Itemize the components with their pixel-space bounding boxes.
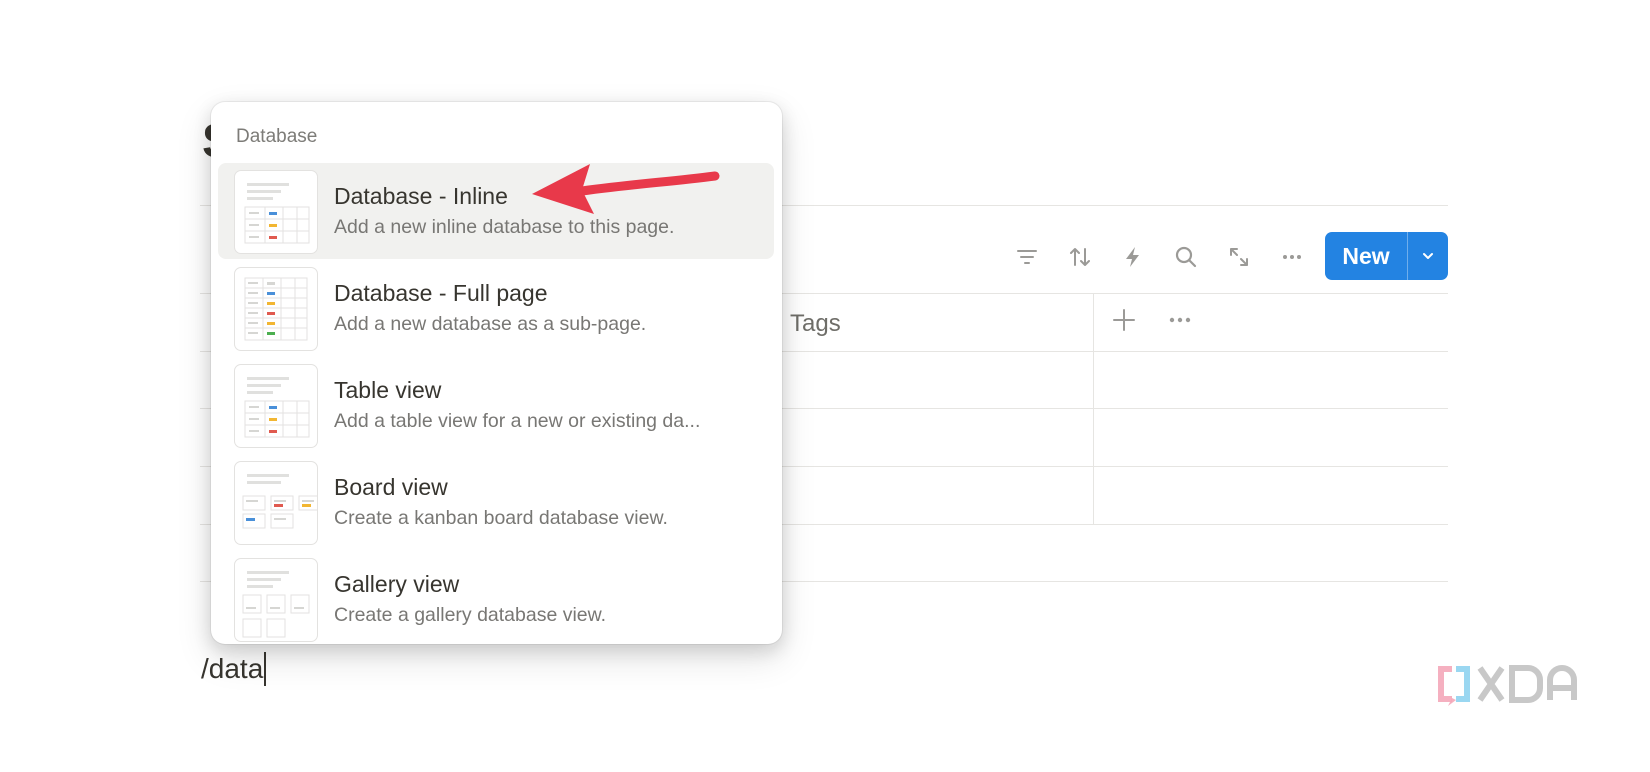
column-divider: [1093, 293, 1094, 524]
menu-item-description: Create a kanban board database view.: [334, 507, 668, 529]
board-view-thumbnail-icon: [234, 461, 318, 545]
text-caret: [264, 652, 267, 686]
menu-item-title: Gallery view: [334, 571, 460, 597]
filter-icon[interactable]: [1010, 240, 1044, 274]
gallery-view-thumbnail-icon: [234, 558, 318, 642]
chevron-down-icon[interactable]: [1408, 232, 1448, 280]
menu-item-title: Database - Full page: [334, 280, 548, 306]
xda-logo-icon: [1438, 665, 1577, 706]
table-view-thumbnail-icon: [234, 364, 318, 448]
database-inline-thumbnail-icon: [234, 170, 318, 254]
slash-command-text: /data: [201, 653, 264, 684]
automation-icon[interactable]: [1116, 240, 1150, 274]
menu-item-table-view[interactable]: Table view Add a table view for a new or…: [218, 357, 774, 453]
add-column-icon[interactable]: [1110, 306, 1138, 334]
menu-item-title: Table view: [334, 377, 442, 403]
menu-item-gallery-view[interactable]: Gallery view Create a gallery database v…: [218, 551, 774, 644]
slash-command-input[interactable]: /data: [201, 652, 267, 686]
menu-item-title: Database - Inline: [334, 183, 508, 209]
column-more-icon[interactable]: [1165, 306, 1195, 334]
database-full-page-thumbnail-icon: [234, 267, 318, 351]
menu-item-description: Add a new database as a sub-page.: [334, 313, 647, 335]
menu-item-description: Create a gallery database view.: [334, 604, 607, 626]
menu-item-board-view[interactable]: Board view Create a kanban board databas…: [218, 454, 774, 550]
new-button-label[interactable]: New: [1325, 232, 1408, 280]
sort-icon[interactable]: [1063, 240, 1097, 274]
menu-item-description: Add a table view for a new or existing d…: [334, 410, 701, 432]
expand-icon[interactable]: [1222, 240, 1256, 274]
search-icon[interactable]: [1169, 240, 1203, 274]
more-icon[interactable]: [1275, 240, 1309, 274]
annotation-arrow-icon: [532, 164, 720, 214]
column-header-tags[interactable]: Tags: [790, 310, 841, 338]
menu-item-database-full-page[interactable]: Database - Full page Add a new database …: [218, 260, 774, 356]
menu-section-label: Database: [236, 126, 318, 147]
new-button[interactable]: New: [1325, 232, 1448, 280]
menu-item-title: Board view: [334, 474, 448, 500]
